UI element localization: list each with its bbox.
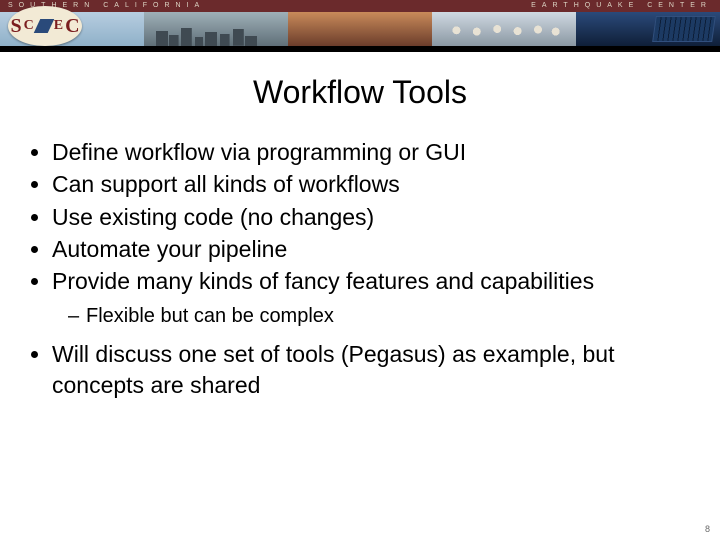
list-item: Automate your pipeline xyxy=(52,234,696,264)
list-item: Use existing code (no changes) xyxy=(52,202,696,232)
logo-slash-icon xyxy=(33,19,54,33)
logo-letter-e: E xyxy=(54,19,63,33)
list-item: Will discuss one set of tools (Pegasus) … xyxy=(52,339,696,400)
list-item: Provide many kinds of fancy features and… xyxy=(52,266,696,329)
bullet-list: Define workflow via programming or GUI C… xyxy=(24,137,696,400)
org-name-right: EARTHQUAKE CENTER xyxy=(531,0,712,12)
banner-segment-solar xyxy=(576,12,720,46)
banner-bottom-strip xyxy=(0,46,720,52)
logo-letter-c2: C xyxy=(65,16,79,36)
slide-title: Workflow Tools xyxy=(0,74,720,111)
banner-segment-people xyxy=(432,12,576,46)
sub-list-item: Flexible but can be complex xyxy=(86,303,696,329)
scec-logo: S C E C xyxy=(8,6,82,46)
banner-segment-canyon xyxy=(288,12,432,46)
list-item: Define workflow via programming or GUI xyxy=(52,137,696,167)
sub-bullet-list: Flexible but can be complex xyxy=(52,303,696,329)
list-item-text: Provide many kinds of fancy features and… xyxy=(52,268,594,294)
banner-photo-strip xyxy=(0,12,720,46)
header-banner: SOUTHERN CALIFORNIA EARTHQUAKE CENTER S … xyxy=(0,0,720,52)
logo-letter-s: S xyxy=(10,16,21,36)
banner-top-strip: SOUTHERN CALIFORNIA EARTHQUAKE CENTER xyxy=(0,0,720,12)
page-number: 8 xyxy=(705,524,710,534)
list-item: Can support all kinds of workflows xyxy=(52,169,696,199)
banner-segment-skyline xyxy=(144,12,288,46)
logo-letter-c: C xyxy=(24,19,34,33)
